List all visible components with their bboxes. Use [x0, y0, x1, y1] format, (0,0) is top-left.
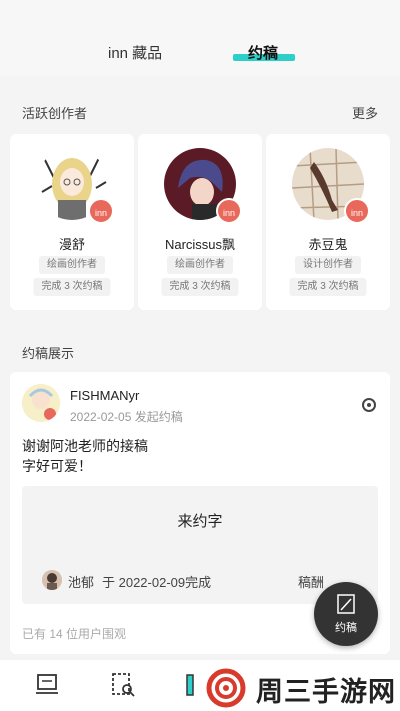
search-doc-icon[interactable]	[110, 672, 136, 698]
commission-fee-label: 稿酬	[298, 575, 325, 590]
top-tab-bar: inn 藏品 约稿	[0, 0, 400, 76]
site-watermark: 周三手游网	[204, 668, 400, 708]
commission-title: 来约字	[177, 513, 223, 530]
tab-inn-collection[interactable]: inn 藏品	[108, 42, 162, 63]
post-date: 2022-02-05 发起约稿	[70, 410, 183, 424]
avatar[interactable]	[22, 384, 60, 422]
inn-badge: inn	[88, 198, 114, 224]
creator-stat: 完成 3 次约稿	[289, 278, 367, 296]
edit-icon	[337, 594, 355, 614]
more-link[interactable]: 更多	[352, 103, 378, 122]
creator-role: 设计创作者	[295, 256, 361, 274]
creator-stat: 完成 3 次约稿	[161, 278, 239, 296]
section-title-active-creators: 活跃创作者	[22, 106, 88, 121]
commission-fab-button[interactable]: 约稿	[314, 582, 378, 646]
tab-commission[interactable]: 约稿	[248, 42, 278, 63]
creator-role: 绘画创作者	[39, 256, 105, 274]
watermark-text: 周三手游网	[256, 677, 396, 707]
commission-author: 池郁	[68, 575, 95, 590]
watermark-logo-icon	[206, 668, 246, 708]
creator-role: 绘画创作者	[167, 256, 233, 274]
creator-card[interactable]: inn 赤豆鬼 设计创作者 完成 3 次约稿	[266, 134, 390, 310]
post-username[interactable]: FISHMANyr	[70, 388, 139, 403]
post-text: 谢谢阿池老师的接稿 字好可爱！	[22, 438, 148, 474]
creator-name: 赤豆鬼	[308, 237, 348, 252]
commission-completed-date: 于 2022-02-09完成	[102, 575, 212, 590]
creator-card[interactable]: inn 漫舒 绘画创作者 完成 3 次约稿	[10, 134, 134, 310]
creator-stat: 完成 3 次约稿	[33, 278, 111, 296]
creator-list: inn 漫舒 绘画创作者 完成 3 次约稿 inn Narcissus飘 绘画创…	[10, 134, 390, 310]
section-title-showcase: 约稿展示	[22, 346, 75, 361]
watcher-count: 已有 14 位用户围观	[22, 627, 127, 641]
creator-name: Narcissus飘	[164, 237, 236, 252]
creator-card[interactable]: inn Narcissus飘 绘画创作者 完成 3 次约稿	[138, 134, 262, 310]
more-options-icon[interactable]	[362, 398, 376, 412]
avatar	[42, 570, 62, 590]
commission-detail-box[interactable]: 来约字 池郁 于 2022-02-09完成 稿酬	[22, 486, 378, 604]
creator-name: 漫舒	[58, 237, 85, 252]
inn-badge: inn	[344, 198, 370, 224]
fab-label: 约稿	[335, 622, 357, 634]
home-icon[interactable]	[34, 672, 60, 698]
inn-badge: inn	[216, 198, 242, 224]
